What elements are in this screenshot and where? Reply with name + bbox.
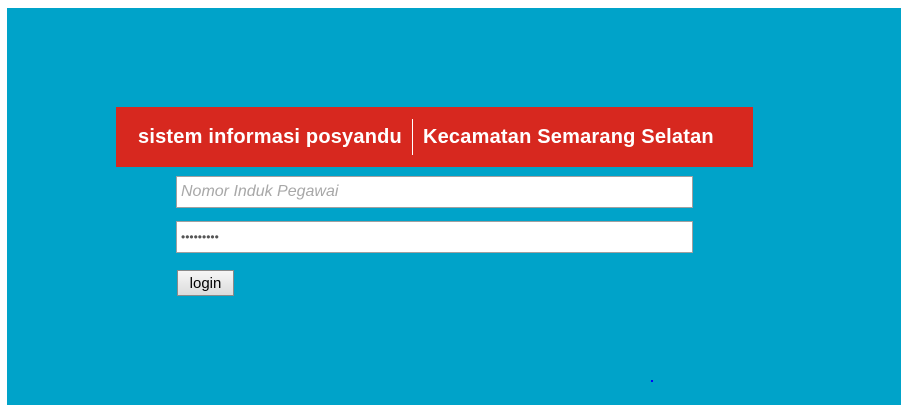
stray-dot — [651, 380, 653, 382]
password-input[interactable] — [176, 221, 693, 253]
nip-input[interactable] — [176, 176, 693, 208]
login-page: sistem informasi posyandu Kecamatan Sema… — [7, 8, 901, 405]
app-name: sistem informasi posyandu — [138, 125, 402, 148]
banner-divider — [411, 119, 413, 155]
header-banner: sistem informasi posyandu Kecamatan Sema… — [116, 107, 753, 167]
login-button[interactable]: login — [177, 270, 234, 296]
region-name: Kecamatan Semarang Selatan — [422, 125, 714, 148]
